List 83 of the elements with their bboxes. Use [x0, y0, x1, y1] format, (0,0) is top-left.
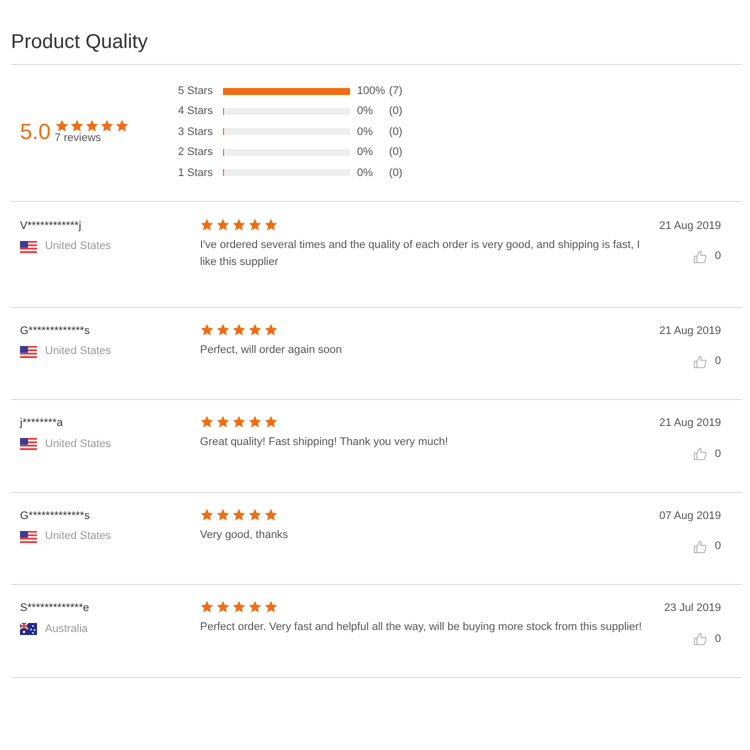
percent-text: 0% — [357, 104, 374, 120]
star-icon — [264, 218, 278, 232]
country-text: United States — [45, 529, 112, 544]
reviewer-name: j********a — [20, 416, 64, 432]
star-label: 5 Stars — [178, 84, 214, 99]
star-label: 3 Stars — [178, 124, 214, 140]
thumbs-up-icon[interactable] — [692, 632, 707, 646]
like-count: 0 — [714, 632, 721, 647]
country-text: Australia — [45, 622, 88, 637]
star-icon — [264, 600, 278, 614]
star-icon — [232, 322, 246, 337]
thumbs-up-icon[interactable] — [692, 354, 707, 369]
percent-text: 0% — [357, 145, 374, 160]
thumbs-up-icon[interactable] — [692, 540, 707, 554]
star-icon — [248, 218, 262, 232]
flag-icon — [20, 346, 37, 358]
star-icon — [264, 415, 278, 430]
star-icon — [216, 322, 230, 337]
star-icon — [232, 508, 246, 522]
country-text: United States — [45, 436, 112, 452]
star-icon — [248, 415, 262, 430]
review-count: 7 reviews — [54, 133, 102, 144]
like-count: 0 — [714, 539, 721, 554]
reviewer-name: V************j — [20, 218, 82, 234]
star-icon — [54, 119, 69, 134]
like-count: 0 — [714, 354, 721, 370]
star-icon — [216, 600, 230, 614]
star-icon — [264, 322, 278, 337]
flag-icon — [20, 530, 37, 543]
star-icon — [264, 508, 278, 522]
review-date: 21 Aug 2019 — [659, 218, 721, 234]
like-count: 0 — [714, 249, 721, 264]
country-text: United States — [45, 239, 112, 254]
star-icon — [70, 119, 84, 134]
thumbs-up-icon[interactable] — [692, 250, 707, 264]
star-icon — [248, 508, 262, 522]
star-icon — [248, 600, 262, 614]
star-icon — [216, 218, 230, 232]
star-icon — [232, 600, 246, 614]
thumbs-up-icon[interactable] — [692, 447, 707, 462]
review-date: 21 Aug 2019 — [659, 324, 721, 339]
count-text: (0) — [389, 104, 402, 120]
star-icon — [200, 218, 214, 232]
review-text: I've ordered several times and the quality of each order is very good, and shipping is fast, I like this supplier — [200, 238, 641, 270]
count-text: (0) — [389, 124, 402, 140]
star-icon — [84, 119, 99, 134]
review-date: 23 Jul 2019 — [664, 601, 721, 616]
review-text: Perfect, will order again soon — [200, 342, 343, 358]
star-label: 2 Stars — [178, 145, 214, 160]
star-icon — [200, 508, 214, 522]
review-date: 07 Aug 2019 — [659, 508, 721, 524]
percent-text: 100% — [357, 84, 386, 99]
star-icon — [232, 415, 246, 430]
star-icon — [100, 119, 114, 134]
reviewer-name: G*************s — [20, 508, 91, 524]
reviewer-name: S*************e — [20, 601, 90, 616]
review-text: Great quality! Fast shipping! Thank you very much! — [200, 435, 450, 450]
flag-icon — [20, 240, 37, 253]
star-icon — [216, 415, 230, 430]
review-text: Perfect order. Very fast and helpful all the way, will be buying more stock from this supplier! — [200, 620, 643, 636]
star-icon — [200, 322, 214, 337]
star-icon — [200, 600, 214, 614]
like-count: 0 — [714, 446, 721, 462]
star-icon — [232, 218, 246, 232]
rating-score: 5.0 — [20, 120, 51, 143]
page-title: Product Quality — [11, 30, 742, 65]
reviewer-name: G*************s — [20, 324, 91, 339]
percent-text: 0% — [357, 124, 374, 140]
count-text: (7) — [389, 84, 402, 99]
star-icon — [200, 415, 214, 430]
country-text: United States — [45, 344, 112, 360]
star-label: 4 Stars — [178, 104, 214, 120]
percent-text: 0% — [357, 166, 374, 180]
flag-icon — [20, 438, 37, 450]
count-text: (0) — [389, 166, 402, 180]
star-label: 1 Stars — [178, 166, 214, 180]
review-date: 21 Aug 2019 — [659, 416, 721, 432]
flag-icon — [20, 623, 37, 636]
review-text: Very good, thanks — [200, 528, 290, 543]
star-icon — [114, 119, 129, 134]
star-icon — [216, 508, 230, 522]
count-text: (0) — [389, 145, 402, 160]
star-icon — [248, 322, 262, 337]
